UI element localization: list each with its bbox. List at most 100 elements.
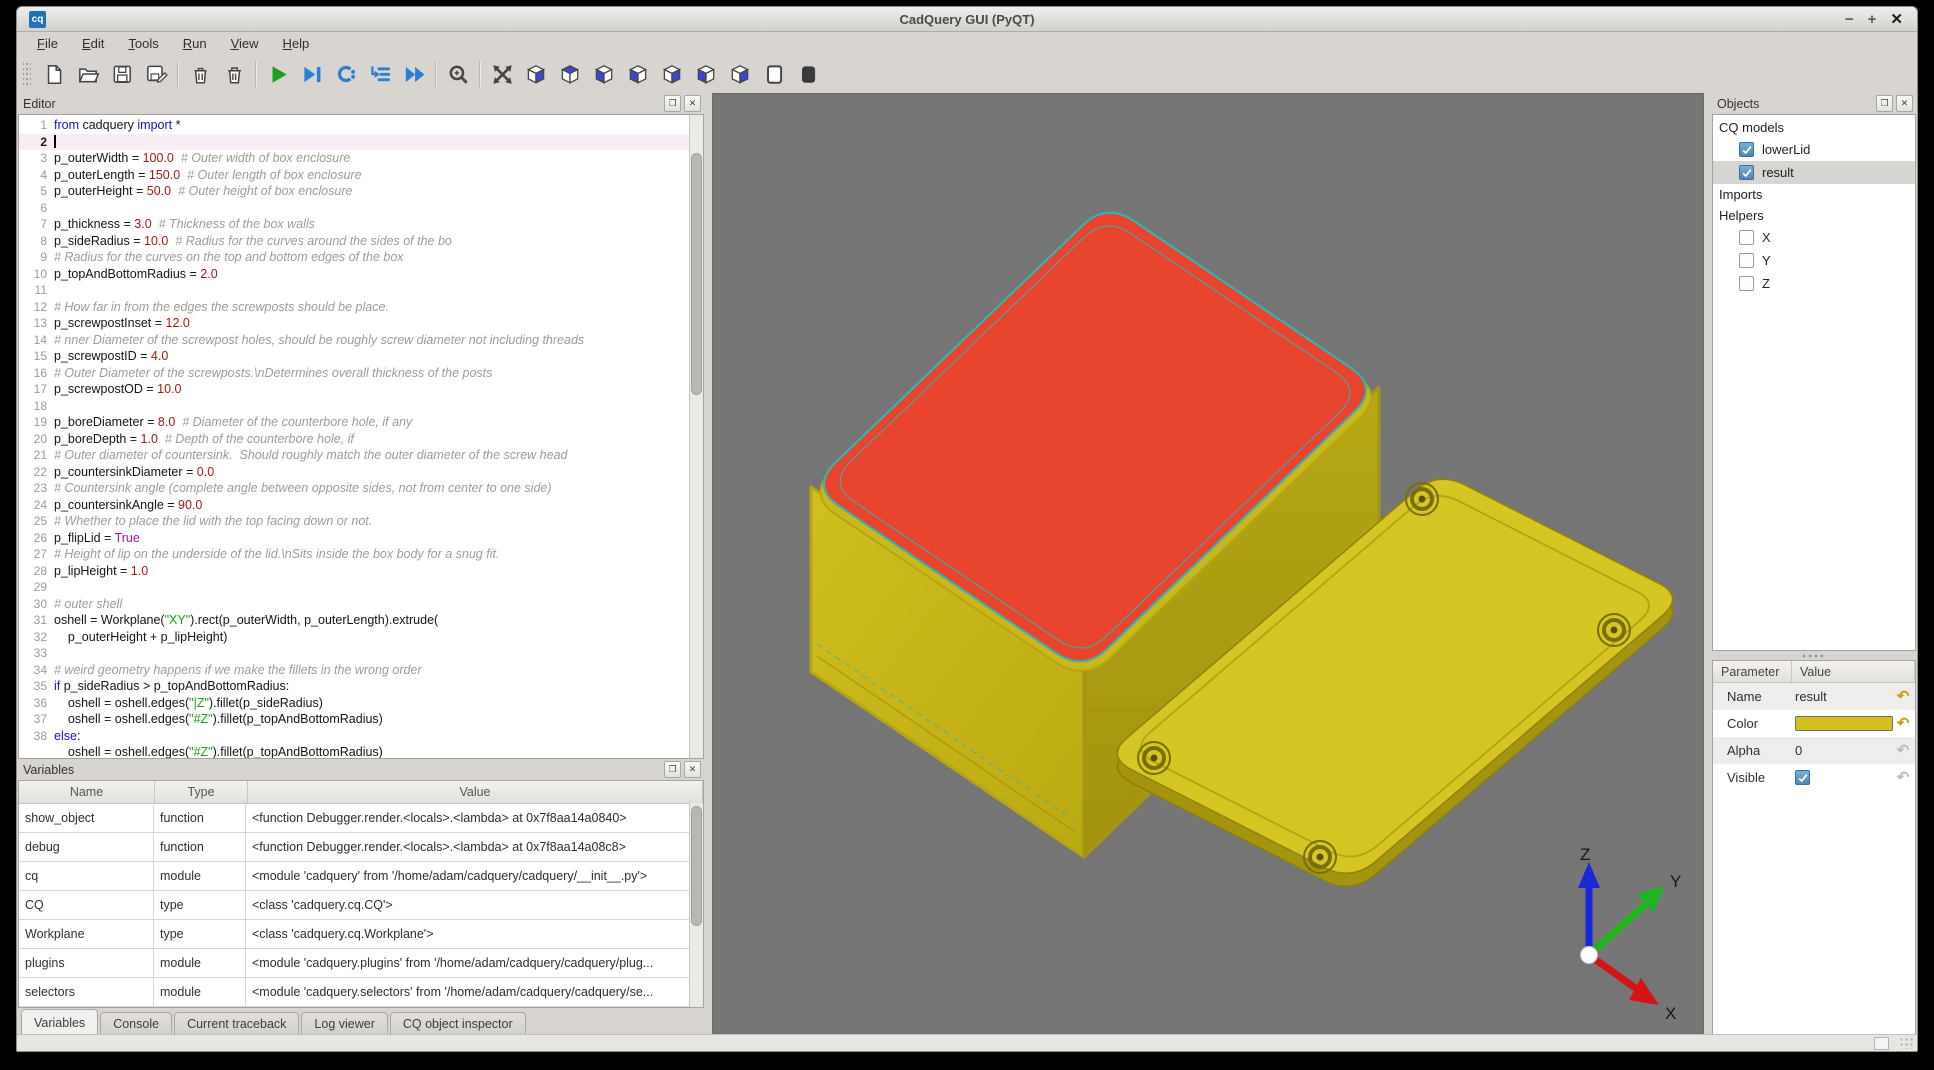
fit-all-button[interactable] <box>487 59 517 89</box>
close-button[interactable]: ✕ <box>1890 12 1903 27</box>
code-line[interactable]: 33 <box>19 645 690 662</box>
code-line[interactable]: 7p_thickness = 3.0 # Thickness of the bo… <box>19 216 690 233</box>
table-row[interactable]: CQtype<class 'cadquery.cq.CQ'> <box>19 891 703 920</box>
code-line[interactable]: oshell = oshell.edges("#Z").fillet(p_top… <box>19 744 690 759</box>
step-into-button[interactable] <box>365 59 395 89</box>
menu-tools[interactable]: Tools <box>118 34 168 53</box>
objects-float-button[interactable]: ❐ <box>1876 95 1893 112</box>
undo-button[interactable]: ↶ <box>1893 768 1913 788</box>
color-swatch[interactable] <box>1795 716 1893 731</box>
code-line[interactable]: 18 <box>19 398 690 415</box>
code-line[interactable]: 29 <box>19 579 690 596</box>
menu-edit[interactable]: Edit <box>72 34 114 53</box>
run-script-button[interactable] <box>263 59 293 89</box>
code-line[interactable]: 15p_screwpostID = 4.0 <box>19 348 690 365</box>
param-column-value[interactable]: Value <box>1792 661 1915 682</box>
code-line[interactable]: 26p_flipLid = True <box>19 530 690 547</box>
delete-button[interactable] <box>219 59 249 89</box>
visible-checkbox[interactable] <box>1795 770 1810 785</box>
code-line[interactable]: 30# outer shell <box>19 596 690 613</box>
table-row[interactable]: cqmodule<module 'cadquery' from '/home/a… <box>19 862 703 891</box>
table-row[interactable]: debugfunction<function Debugger.render.<… <box>19 833 703 862</box>
view-top-button[interactable] <box>555 59 585 89</box>
table-row[interactable]: pluginsmodule<module 'cadquery.plugins' … <box>19 949 703 978</box>
code-line[interactable]: 13p_screwpostInset = 12.0 <box>19 315 690 332</box>
column-header-value[interactable]: Value <box>248 781 703 803</box>
variables-close-button[interactable]: ✕ <box>684 761 701 778</box>
objects-close-button[interactable]: ✕ <box>1896 95 1913 112</box>
code-line[interactable]: 5p_outerHeight = 50.0 # Outer height of … <box>19 183 690 200</box>
code-line[interactable]: 1from cadquery import * <box>19 117 690 134</box>
variables-scrollbar-thumb[interactable] <box>691 806 702 926</box>
code-line[interactable]: 34# weird geometry happens if we make th… <box>19 662 690 679</box>
code-line[interactable]: 31oshell = Workplane("XY").rect(p_outerW… <box>19 612 690 629</box>
code-line[interactable]: 19p_boreDiameter = 8.0 # Diameter of the… <box>19 414 690 431</box>
menu-run[interactable]: Run <box>173 34 217 53</box>
tree-item-y[interactable]: Y <box>1713 249 1915 272</box>
code-line[interactable]: 20p_boreDepth = 1.0 # Depth of the count… <box>19 431 690 448</box>
table-row[interactable]: Workplanetype<class 'cadquery.cq.Workpla… <box>19 920 703 949</box>
parameters-header[interactable]: ParameterValue <box>1712 660 1916 683</box>
tree-group-imports[interactable]: Imports <box>1713 184 1915 205</box>
tree-item-lowerlid[interactable]: lowerLid <box>1713 138 1915 161</box>
undo-button[interactable]: ↶ <box>1893 741 1913 761</box>
code-line[interactable]: 8p_sideRadius = 10.0 # Radius for the cu… <box>19 233 690 250</box>
param-value-text[interactable]: 0 <box>1795 743 1802 758</box>
code-line[interactable]: 35if p_sideRadius > p_topAndBottomRadius… <box>19 678 690 695</box>
tab-console[interactable]: Console <box>100 1012 172 1035</box>
code-editor[interactable]: 1from cadquery import *23p_outerWidth = … <box>18 114 704 759</box>
code-line[interactable]: 16# Outer Diameter of the screwposts.\nD… <box>19 365 690 382</box>
checkbox-x[interactable] <box>1739 230 1754 245</box>
column-header-name[interactable]: Name <box>19 781 155 803</box>
code-line[interactable]: 17p_screwpostOD = 10.0 <box>19 381 690 398</box>
editor-float-button[interactable]: ❐ <box>664 95 681 112</box>
tab-log-viewer[interactable]: Log viewer <box>301 1012 387 1035</box>
code-line[interactable]: 10p_topAndBottomRadius = 2.0 <box>19 266 690 283</box>
code-line[interactable]: 12# How far in from the edges the screwp… <box>19 299 690 316</box>
undo-button[interactable]: ↶ <box>1893 687 1913 707</box>
splitter-objects-params[interactable] <box>1711 651 1917 660</box>
minimize-button[interactable]: − <box>1845 12 1854 27</box>
code-line[interactable]: 23# Countersink angle (complete angle be… <box>19 480 690 497</box>
column-header-type[interactable]: Type <box>155 781 248 803</box>
table-row[interactable]: selectorsmodule<module 'cadquery.selecto… <box>19 978 703 1007</box>
wireframe-mode-button[interactable] <box>759 59 789 89</box>
table-row[interactable]: Planetype<class 'cadquery.occ_impl.geom.… <box>19 1007 703 1008</box>
code-line[interactable]: 27# Height of lip on the underside of th… <box>19 546 690 563</box>
code-line[interactable]: 2 <box>19 134 690 151</box>
view-front-button[interactable] <box>623 59 653 89</box>
shaded-mode-button[interactable] <box>793 59 823 89</box>
code-line[interactable]: 32 p_outerHeight + p_lipHeight) <box>19 629 690 646</box>
view-iso-button[interactable] <box>521 59 551 89</box>
save-button[interactable] <box>107 59 137 89</box>
new-file-button[interactable] <box>39 59 69 89</box>
code-line[interactable]: 21# Outer diameter of countersink. Shoul… <box>19 447 690 464</box>
editor-scrollbar-thumb[interactable] <box>691 153 702 395</box>
variables-scrollbar[interactable] <box>689 803 703 1007</box>
code-line[interactable]: 4p_outerLength = 150.0 # Outer length of… <box>19 167 690 184</box>
checkbox-y[interactable] <box>1739 253 1754 268</box>
view-bottom-button[interactable] <box>589 59 619 89</box>
resize-grip[interactable] <box>1899 1037 1913 1049</box>
variables-table-header[interactable]: NameTypeValue <box>19 781 703 804</box>
code-line[interactable]: 6 <box>19 200 690 217</box>
checkbox-result[interactable] <box>1739 165 1754 180</box>
code-line[interactable]: 11 <box>19 282 690 299</box>
debug-script-button[interactable] <box>297 59 327 89</box>
tree-item-result[interactable]: result <box>1713 161 1915 184</box>
code-line[interactable]: 38else: <box>19 728 690 745</box>
checkbox-z[interactable] <box>1739 276 1754 291</box>
editor-close-button[interactable]: ✕ <box>684 95 701 112</box>
tab-variables[interactable]: Variables <box>21 1009 98 1035</box>
menu-file[interactable]: File <box>27 34 68 53</box>
tab-cq-object-inspector[interactable]: CQ object inspector <box>390 1012 526 1035</box>
editor-scrollbar[interactable] <box>689 115 703 758</box>
open-file-button[interactable] <box>73 59 103 89</box>
undo-button[interactable]: ↶ <box>1893 714 1913 734</box>
code-line[interactable]: 9# Radius for the curves on the top and … <box>19 249 690 266</box>
tree-group-helpers[interactable]: Helpers <box>1713 205 1915 226</box>
code-line[interactable]: 36 oshell = oshell.edges("|Z").fillet(p_… <box>19 695 690 712</box>
view-left-button[interactable] <box>691 59 721 89</box>
continue-button[interactable] <box>399 59 429 89</box>
code-line[interactable]: 3p_outerWidth = 100.0 # Outer width of b… <box>19 150 690 167</box>
